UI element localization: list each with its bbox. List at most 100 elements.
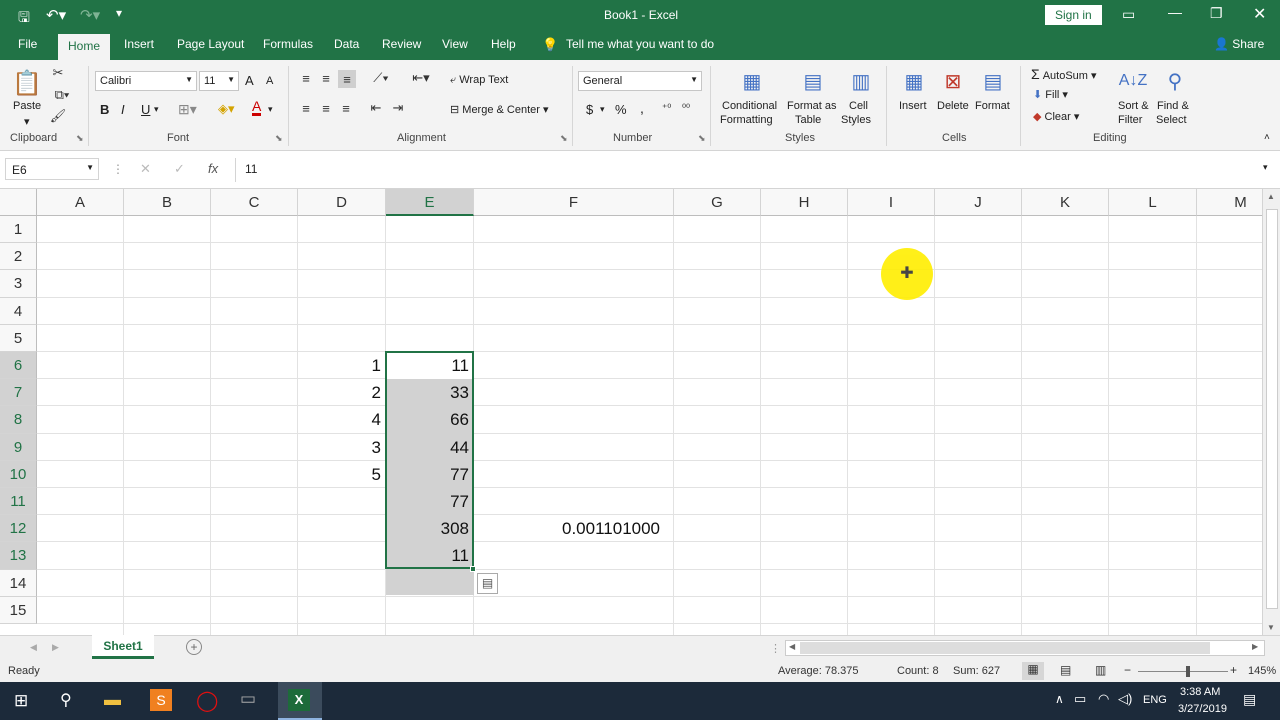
- conditional-formatting-label2[interactable]: Formatting: [720, 114, 773, 126]
- cell-e13[interactable]: 11: [386, 542, 474, 569]
- save-icon[interactable]: 🖫: [18, 7, 30, 31]
- minimize-icon[interactable]: —: [1168, 4, 1182, 20]
- language-indicator[interactable]: ENG: [1143, 694, 1167, 706]
- file-explorer-icon[interactable]: ▬: [104, 690, 121, 710]
- windows-start-icon[interactable]: ⊞: [14, 691, 28, 711]
- opera-icon[interactable]: ◯: [196, 688, 218, 713]
- row-header-14[interactable]: 14: [0, 569, 37, 597]
- row-header-3[interactable]: 3: [0, 270, 37, 298]
- shrink-font-button[interactable]: A: [266, 75, 273, 87]
- cell-d7[interactable]: 2: [298, 379, 386, 406]
- number-format-box[interactable]: General ▼: [578, 71, 702, 91]
- close-icon[interactable]: ✕: [1253, 4, 1266, 24]
- grow-font-button[interactable]: A: [245, 73, 254, 88]
- bold-button[interactable]: B: [100, 102, 109, 117]
- ribbon-display-icon[interactable]: ▭: [1122, 6, 1135, 23]
- column-header-e[interactable]: E: [386, 189, 474, 216]
- cell-d8[interactable]: 4: [298, 406, 386, 433]
- find-select-label[interactable]: Find &: [1157, 100, 1189, 112]
- excel-taskbar-button[interactable]: X: [278, 682, 322, 720]
- column-header-l[interactable]: L: [1109, 189, 1197, 216]
- zoom-slider-thumb[interactable]: [1186, 666, 1190, 677]
- quick-analysis-icon[interactable]: ▤: [477, 573, 498, 594]
- sublime-icon[interactable]: S: [150, 689, 172, 711]
- restore-icon[interactable]: ❐: [1210, 5, 1223, 22]
- row-header-1[interactable]: 1: [0, 216, 37, 244]
- clock-date[interactable]: 3/27/2019: [1178, 703, 1227, 715]
- copy-icon[interactable]: ⧉▾: [50, 87, 74, 103]
- align-right-icon[interactable]: ≡: [338, 100, 354, 116]
- sort-filter-label[interactable]: Sort &: [1118, 100, 1149, 112]
- row-header-8[interactable]: 8: [0, 406, 37, 434]
- tray-icon[interactable]: ▭: [1074, 691, 1086, 707]
- paste-label[interactable]: Paste: [13, 100, 41, 112]
- tab-page-layout[interactable]: Page Layout: [177, 37, 244, 51]
- prev-sheet-icon[interactable]: ◀: [30, 642, 37, 653]
- row-header-10[interactable]: 10: [0, 460, 37, 488]
- cell-e7[interactable]: 33: [386, 379, 474, 406]
- next-sheet-icon[interactable]: ▶: [52, 642, 59, 653]
- paste-dropdown-icon[interactable]: ▾: [24, 115, 30, 128]
- customize-qat-icon[interactable]: ▾: [116, 6, 122, 20]
- page-layout-view-icon[interactable]: ▤: [1060, 663, 1071, 677]
- sign-in-button[interactable]: Sign in: [1045, 5, 1102, 25]
- column-header-k[interactable]: K: [1022, 189, 1109, 216]
- name-box[interactable]: E6 ▼: [5, 158, 99, 180]
- autosum-button[interactable]: Σ AutoSum ▾: [1031, 66, 1097, 82]
- tab-data[interactable]: Data: [334, 37, 359, 51]
- increase-indent-icon[interactable]: ⇥: [388, 100, 408, 116]
- font-launcher-icon[interactable]: ⬊: [275, 133, 283, 144]
- insert-function-button[interactable]: fx: [208, 161, 218, 176]
- format-cells-button[interactable]: Format: [975, 100, 1010, 112]
- comma-button[interactable]: ,: [640, 100, 644, 116]
- cell-styles-label2[interactable]: Styles: [841, 114, 871, 126]
- align-middle-icon[interactable]: ≡: [318, 70, 334, 86]
- fill-button[interactable]: ⬇ Fill ▾: [1033, 88, 1068, 101]
- cell-e6[interactable]: 11: [386, 352, 474, 379]
- tab-review[interactable]: Review: [382, 37, 421, 51]
- increase-decimal-icon[interactable]: ⁺⁰: [662, 103, 671, 114]
- cancel-entry-icon[interactable]: ✕: [140, 161, 151, 177]
- clipboard-launcher-icon[interactable]: ⬊: [76, 133, 84, 144]
- row-header-4[interactable]: 4: [0, 297, 37, 325]
- percent-button[interactable]: %: [615, 102, 627, 117]
- zoom-slider[interactable]: [1138, 671, 1228, 672]
- zoom-out-icon[interactable]: −: [1124, 663, 1131, 677]
- row-header-9[interactable]: 9: [0, 433, 37, 461]
- redo-icon[interactable]: ↷▾: [80, 6, 100, 24]
- font-color-button[interactable]: A: [252, 99, 262, 116]
- orientation-icon[interactable]: ⟋▾: [366, 70, 396, 86]
- fill-color-icon[interactable]: ◈▾: [218, 101, 235, 117]
- column-header-m[interactable]: M: [1197, 189, 1262, 216]
- tab-formulas[interactable]: Formulas: [263, 37, 313, 51]
- decrease-indent-icon[interactable]: ⇤: [366, 100, 386, 116]
- horizontal-scrollbar[interactable]: ◀ ▶: [785, 640, 1265, 656]
- underline-button[interactable]: U: [141, 102, 150, 117]
- cell-styles-label[interactable]: Cell: [849, 100, 868, 112]
- notifications-icon[interactable]: ▤: [1243, 691, 1256, 708]
- align-left-icon[interactable]: ≡: [298, 100, 314, 116]
- font-size-box[interactable]: 11 ▼: [199, 71, 239, 91]
- column-header-a[interactable]: A: [37, 189, 124, 216]
- column-header-d[interactable]: D: [298, 189, 386, 216]
- row-header-5[interactable]: 5: [0, 324, 37, 352]
- column-header-c[interactable]: C: [211, 189, 298, 216]
- worksheet-grid[interactable]: ABCDEFGHIJKLM 1 2 3 4 5 6 7 8 9 10 11 12 13 14 15 1243…: [0, 189, 1262, 635]
- tell-me-search[interactable]: Tell me what you want to do: [566, 37, 714, 51]
- zoom-level[interactable]: 145%: [1248, 665, 1276, 677]
- app-icon[interactable]: ▭: [240, 689, 256, 709]
- scroll-right-icon[interactable]: ▶: [1252, 642, 1258, 651]
- cell-e10[interactable]: 77: [386, 461, 474, 488]
- scroll-thumb[interactable]: [1266, 209, 1278, 609]
- chevron-down-icon[interactable]: ▾: [154, 104, 159, 115]
- tab-file[interactable]: File: [18, 37, 37, 51]
- merge-center-button[interactable]: ⊟ Merge & Center ▾: [450, 103, 549, 116]
- column-header-g[interactable]: G: [674, 189, 761, 216]
- find-select-label2[interactable]: Select: [1156, 114, 1187, 126]
- tab-home[interactable]: Home: [58, 34, 111, 60]
- tab-view[interactable]: View: [442, 37, 468, 51]
- row-header-6[interactable]: 6: [0, 352, 37, 380]
- cell-d10[interactable]: 5: [298, 461, 386, 488]
- row-header-15[interactable]: 15: [0, 596, 37, 624]
- row-header-12[interactable]: 12: [0, 515, 37, 543]
